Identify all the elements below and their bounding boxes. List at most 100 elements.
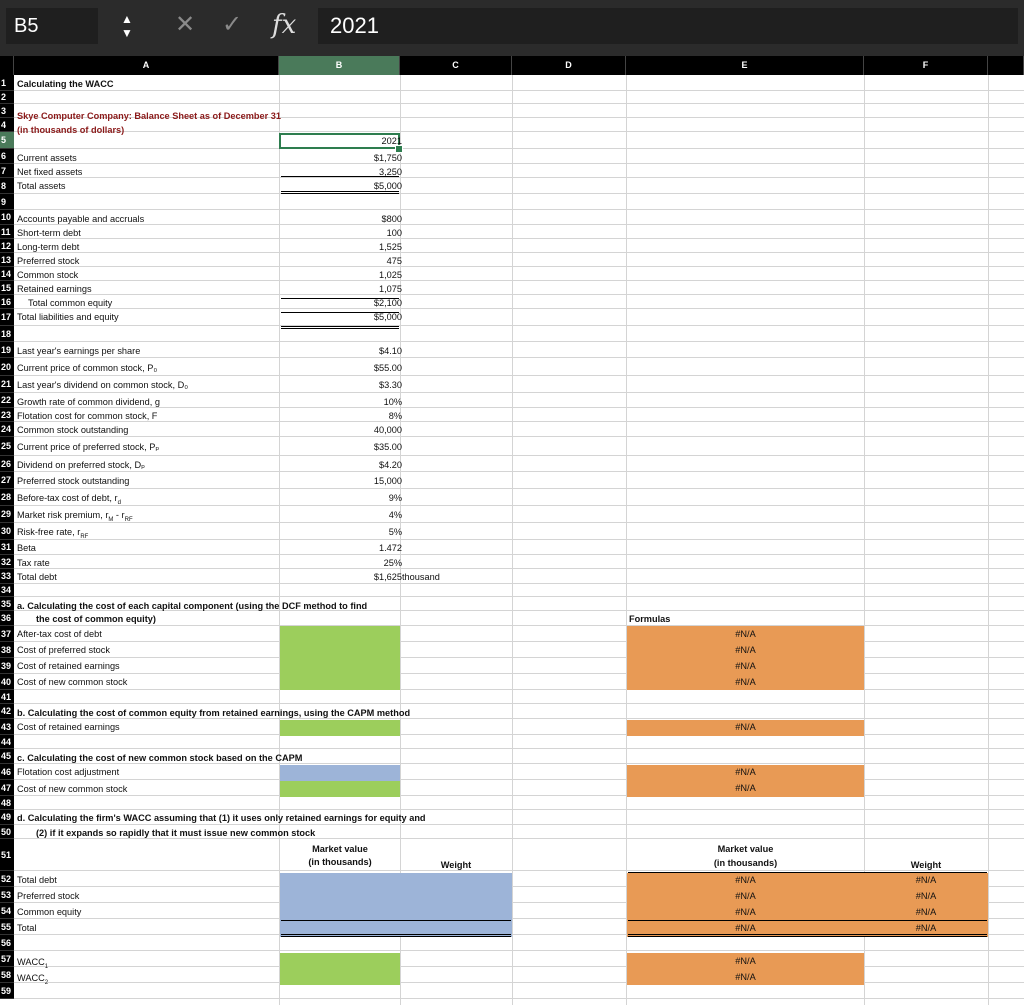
value-tax-rate[interactable]: 25%: [384, 557, 402, 570]
row-header-15[interactable]: 15: [0, 281, 14, 295]
column-header-a[interactable]: A: [14, 56, 279, 75]
column-header-d[interactable]: D: [512, 56, 626, 75]
value-eps[interactable]: $4.10: [379, 345, 402, 358]
value-total-debt[interactable]: $1,625: [374, 571, 402, 584]
value-growth-rate[interactable]: 10%: [384, 396, 402, 409]
value-flotation-cost[interactable]: 8%: [389, 410, 402, 423]
row-header-45[interactable]: 45: [0, 749, 14, 764]
chevron-down-icon[interactable]: ▼: [120, 26, 134, 40]
row-header-53[interactable]: 53: [0, 887, 14, 903]
row-header-23[interactable]: 23: [0, 408, 14, 422]
row-header-38[interactable]: 38: [0, 642, 14, 658]
row-header-47[interactable]: 47: [0, 780, 14, 796]
row-header-1[interactable]: 1: [0, 75, 14, 91]
value-before-tax-cost-debt[interactable]: 9%: [389, 492, 402, 505]
column-header-f[interactable]: F: [864, 56, 988, 75]
row-header-19[interactable]: 19: [0, 342, 14, 358]
row-header-55[interactable]: 55: [0, 919, 14, 935]
value-price-common[interactable]: $55.00: [374, 362, 402, 375]
value-preferred-stock[interactable]: 475: [387, 255, 402, 268]
row-header-32[interactable]: 32: [0, 555, 14, 569]
answer-cells-wacc[interactable]: [280, 953, 400, 985]
value-total-liabilities[interactable]: $5,000: [374, 311, 402, 324]
row-header-43[interactable]: 43: [0, 719, 14, 735]
answer-cell-c1[interactable]: [280, 765, 400, 781]
row-header-37[interactable]: 37: [0, 626, 14, 642]
row-header-30[interactable]: 30: [0, 523, 14, 540]
row-header-13[interactable]: 13: [0, 253, 14, 267]
answer-cell-c2[interactable]: [280, 781, 400, 797]
value-risk-free-rate[interactable]: 5%: [389, 526, 402, 539]
row-header-49[interactable]: 49: [0, 810, 14, 825]
row-header-28[interactable]: 28: [0, 489, 14, 506]
row-header-8[interactable]: 8: [0, 178, 14, 194]
row-header-12[interactable]: 12: [0, 239, 14, 253]
row-header-35[interactable]: 35: [0, 597, 14, 611]
column-header-g[interactable]: [988, 56, 1024, 75]
row-header-14[interactable]: 14: [0, 267, 14, 281]
cancel-icon[interactable]: ✕: [175, 10, 195, 40]
value-dividend-common[interactable]: $3.30: [379, 379, 402, 392]
value-net-fixed-assets[interactable]: 3,250: [379, 166, 402, 179]
row-header-36[interactable]: 36: [0, 611, 14, 626]
value-common-outstanding[interactable]: 40,000: [374, 424, 402, 437]
chevron-up-icon[interactable]: ▲: [120, 12, 134, 26]
row-header-18[interactable]: 18: [0, 326, 14, 342]
row-header-57[interactable]: 57: [0, 951, 14, 967]
answer-cells-a[interactable]: [280, 626, 400, 690]
value-common-stock[interactable]: 1,025: [379, 269, 402, 282]
row-header-26[interactable]: 26: [0, 456, 14, 472]
value-beta[interactable]: 1.472: [379, 542, 402, 555]
value-market-risk-premium[interactable]: 4%: [389, 509, 402, 522]
value-accounts-payable[interactable]: $800: [382, 213, 402, 226]
value-preferred-outstanding[interactable]: 15,000: [374, 475, 402, 488]
confirm-icon[interactable]: ✓: [222, 10, 242, 40]
value-current-assets[interactable]: $1,750: [374, 152, 402, 165]
row-header-20[interactable]: 20: [0, 358, 14, 376]
row-header-6[interactable]: 6: [0, 149, 14, 164]
row-header-48[interactable]: 48: [0, 796, 14, 810]
value-total-common-equity[interactable]: $2,100: [374, 297, 402, 310]
row-header-4[interactable]: 4: [0, 118, 14, 132]
row-header-50[interactable]: 50: [0, 825, 14, 839]
function-icon[interactable]: fx: [272, 8, 296, 42]
row-header-46[interactable]: 46: [0, 764, 14, 780]
value-long-term-debt[interactable]: 1,525: [379, 241, 402, 254]
row-header-31[interactable]: 31: [0, 540, 14, 555]
row-header-29[interactable]: 29: [0, 506, 14, 523]
row-header-54[interactable]: 54: [0, 903, 14, 919]
row-header-27[interactable]: 27: [0, 472, 14, 489]
answer-cells-d[interactable]: [280, 873, 512, 937]
row-header-22[interactable]: 22: [0, 393, 14, 408]
row-header-21[interactable]: 21: [0, 376, 14, 393]
row-header-24[interactable]: 24: [0, 422, 14, 437]
row-header-25[interactable]: 25: [0, 437, 14, 456]
row-header-7[interactable]: 7: [0, 164, 14, 178]
row-header-17[interactable]: 17: [0, 309, 14, 326]
row-header-5[interactable]: 5: [0, 132, 14, 149]
row-header-39[interactable]: 39: [0, 658, 14, 674]
row-header-44[interactable]: 44: [0, 735, 14, 749]
value-retained-earnings[interactable]: 1,075: [379, 283, 402, 296]
value-price-preferred[interactable]: $35.00: [374, 441, 402, 454]
column-header-c[interactable]: C: [400, 56, 512, 75]
row-header-11[interactable]: 11: [0, 225, 14, 239]
row-header-42[interactable]: 42: [0, 704, 14, 719]
row-header-51[interactable]: 51: [0, 839, 14, 871]
row-header-59[interactable]: 59: [0, 983, 14, 999]
column-header-e[interactable]: E: [626, 56, 864, 75]
row-header-52[interactable]: 52: [0, 871, 14, 887]
row-header-34[interactable]: 34: [0, 584, 14, 597]
row-header-41[interactable]: 41: [0, 690, 14, 704]
row-header-16[interactable]: 16: [0, 295, 14, 309]
row-header-10[interactable]: 10: [0, 210, 14, 225]
row-header-40[interactable]: 40: [0, 674, 14, 690]
name-box-stepper[interactable]: ▲ ▼: [120, 12, 134, 42]
row-header-2[interactable]: 2: [0, 91, 14, 104]
answer-cell-b[interactable]: [280, 720, 400, 736]
row-header-9[interactable]: 9: [0, 194, 14, 210]
column-header-b[interactable]: B: [279, 56, 400, 75]
name-box[interactable]: B5: [6, 8, 98, 44]
select-all-corner[interactable]: [0, 56, 14, 75]
value-dividend-preferred[interactable]: $4.20: [379, 459, 402, 472]
